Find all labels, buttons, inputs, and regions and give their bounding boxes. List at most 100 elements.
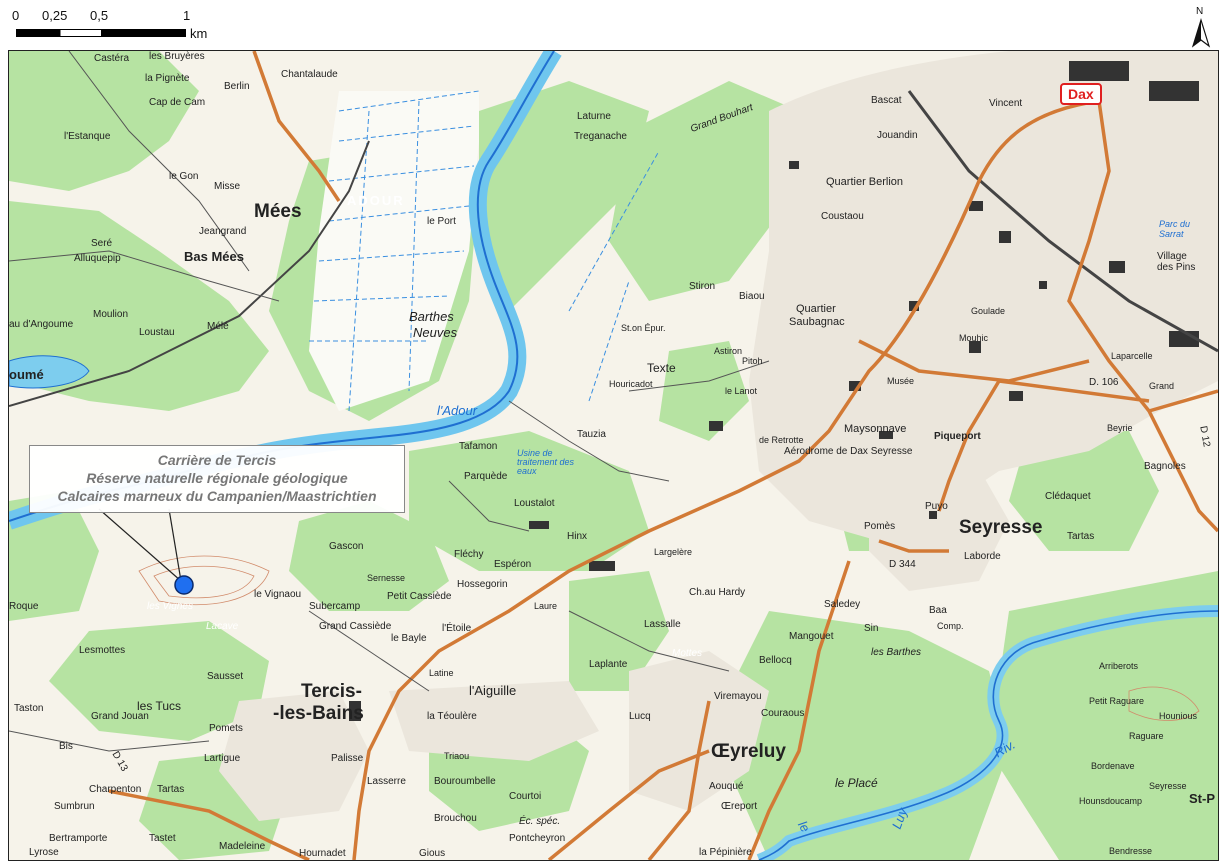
label-ladour: l'Adour	[437, 403, 477, 418]
label-hounsdoucamp: Hounsdoucamp	[1079, 796, 1142, 806]
label-esperon: Espéron	[494, 559, 531, 570]
label-lyrose: Lyrose	[29, 847, 59, 858]
label-st-p: St-P	[1189, 791, 1215, 806]
map-frame[interactable]: Carrière de Tercis Réserve naturelle rég…	[8, 50, 1219, 861]
label-mouhic: Mouhic	[959, 333, 988, 343]
label-maysonnave: Maysonnave	[844, 423, 906, 435]
label-lanot: le Lanot	[725, 386, 757, 396]
label-bascat: Bascat	[871, 95, 902, 106]
label-cledaquet: Clédaquet	[1045, 491, 1091, 502]
label-bertramporte: Bertramporte	[49, 833, 107, 844]
label-biaou: Biaou	[739, 291, 765, 302]
label-bellocq: Bellocq	[759, 655, 792, 666]
label-tauzia: Tauzia	[577, 429, 606, 440]
label-castera: Castéra	[94, 53, 129, 64]
label-letoile: l'Étoile	[442, 623, 471, 634]
label-musee: Musée	[887, 376, 914, 386]
label-gious: Gious	[419, 848, 445, 859]
label-bouroumbelle: Bouroumbelle	[434, 776, 496, 787]
label-roque: Roque	[9, 601, 38, 612]
label-largelere: Largelère	[654, 547, 692, 557]
label-tafamon: Tafamon	[459, 441, 497, 452]
quarry-marker	[175, 576, 193, 594]
label-sausset: Sausset	[207, 671, 243, 682]
label-sin: Sin	[864, 623, 878, 634]
label-seyresse: Seyresse	[959, 517, 1042, 539]
label-retrotte: de Retrotte	[759, 435, 804, 445]
label-astiron: Astiron	[714, 346, 742, 356]
label-les-bains: -les-Bains	[273, 703, 364, 725]
label-taston: Taston	[14, 703, 43, 714]
label-petit-raguare: Petit Raguare	[1089, 696, 1144, 706]
label-station-epur: St.on Épur.	[621, 323, 666, 333]
label-oereport: Œreport	[721, 801, 757, 812]
label-laure: Laure	[534, 601, 557, 611]
scale-tick-025: 0,25	[42, 8, 67, 23]
label-laplante: Laplante	[589, 659, 627, 670]
label-laturne: Laturne	[577, 111, 611, 122]
label-flechy: Fléchy	[454, 549, 483, 560]
label-mangouet: Mangouet	[789, 631, 833, 642]
label-beyrie: Beyrie	[1107, 423, 1133, 433]
label-gascon: Gascon	[329, 541, 363, 552]
label-mottes: Mottes	[672, 648, 702, 659]
label-pitoh: Pitoh	[742, 356, 763, 366]
label-courtoi: Courtoi	[509, 791, 541, 802]
label-pomets: Pomets	[209, 723, 243, 734]
north-label: N	[1196, 6, 1203, 17]
label-lasserre: Lasserre	[367, 776, 406, 787]
label-aerodrome: Aérodrome de Dax Seyresse	[784, 446, 912, 457]
quarry-callout: Carrière de Tercis Réserve naturelle rég…	[29, 445, 405, 513]
label-comp: Comp.	[937, 621, 964, 631]
scale-bar-graphic	[16, 29, 186, 37]
label-loustalot: Loustalot	[514, 498, 555, 509]
label-laborde: Laborde	[964, 551, 1001, 562]
label-aouque: Aouqué	[709, 781, 743, 792]
label-la-pepiniere: la Pépinière	[699, 847, 752, 858]
label-sumbrun: Sumbrun	[54, 801, 95, 812]
label-saubagnac: Saubagnac	[789, 316, 845, 328]
label-moulion: Moulion	[93, 309, 128, 320]
label-barthes: Barthes	[409, 309, 454, 324]
label-jeangrand: Jeangrand	[199, 226, 246, 237]
label-lesmottes: Lesmottes	[79, 645, 125, 656]
label-angoume: au d'Angoume	[9, 319, 73, 330]
label-le-gon: le Gon	[169, 171, 198, 182]
label-lacave: Lacave	[206, 621, 238, 632]
scale-bar: 0 0,25 0,5 1 km	[12, 8, 222, 46]
label-baa: Baa	[929, 605, 947, 616]
label-lassalle: Lassalle	[644, 619, 681, 630]
label-alluquepip: Alluquepip	[74, 253, 121, 264]
label-pignete: la Pignète	[145, 73, 189, 84]
label-hossegorin: Hossegorin	[457, 579, 508, 590]
label-tastet: Tastet	[149, 833, 176, 844]
label-pomes: Pomès	[864, 521, 895, 532]
label-goulade: Goulade	[971, 306, 1005, 316]
label-texte: Texte	[647, 361, 676, 375]
label-lestanque: l'Estanque	[64, 131, 110, 142]
label-berlin: Berlin	[224, 81, 250, 92]
label-cap-de-cam: Cap de Cam	[149, 97, 205, 108]
label-lartigue: Lartigue	[204, 753, 240, 764]
label-chantalaude: Chantalaude	[281, 69, 338, 80]
label-subercamp: Subercamp	[309, 601, 360, 612]
label-le-vignaou: le Vignaou	[254, 589, 301, 600]
label-bis: Bis	[59, 741, 73, 752]
scale-tick-1: 1	[183, 8, 190, 23]
label-mele: Mélé	[207, 321, 229, 332]
label-parquede: Parquède	[464, 471, 507, 482]
label-couraous: Couraous	[761, 708, 804, 719]
label-misse: Misse	[214, 181, 240, 192]
label-bagnoles: Bagnoles	[1144, 461, 1186, 472]
label-les-barthes: les Barthes	[871, 647, 921, 658]
callout-geology: Calcaires marneux du Campanien/Maastrich…	[30, 487, 404, 505]
label-piqueport: Piqueport	[934, 431, 981, 442]
callout-subtitle: Réserve naturelle régionale géologique	[30, 469, 404, 487]
label-lucq: Lucq	[629, 711, 651, 722]
label-chateau-hardy: Ch.au Hardy	[689, 587, 745, 598]
label-le-port: le Port	[427, 216, 456, 227]
label-d106: D. 106	[1089, 377, 1118, 388]
label-vincent: Vincent	[989, 98, 1022, 109]
label-oeyreluy: Œyreluy	[711, 741, 786, 763]
scale-unit: km	[190, 26, 207, 41]
